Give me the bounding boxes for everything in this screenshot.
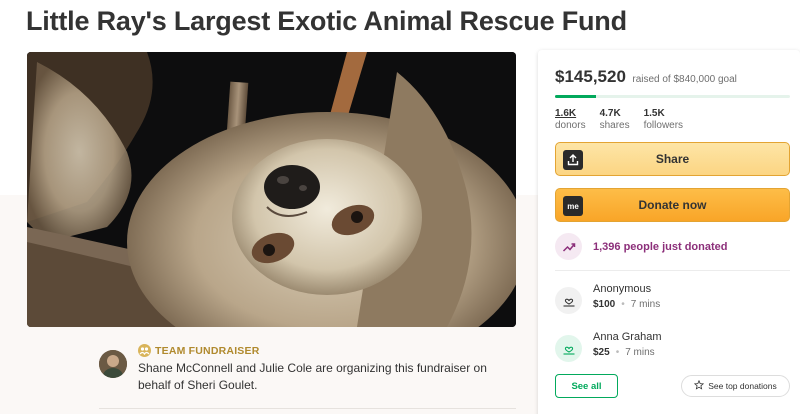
donate-icon-text: me <box>567 201 579 211</box>
hand-heart-icon <box>555 335 582 362</box>
stat-donors-label: donors <box>555 120 586 131</box>
donor-time: 7 mins <box>625 347 655 358</box>
donor-meta: $25 • 7 mins <box>593 347 655 358</box>
trend-text: 1,396 people just donated <box>593 240 728 253</box>
stat-shares-value: 4.7K <box>599 108 621 119</box>
donor-item: Anonymous $100 • 7 mins <box>555 283 660 314</box>
gofundme-me-icon: me <box>563 196 583 216</box>
stat-followers: 1.5K followers <box>644 108 683 131</box>
campaign-hero-image[interactable] <box>27 52 516 327</box>
recent-donations-trend: 1,396 people just donated <box>555 233 727 260</box>
stat-followers-label: followers <box>643 120 684 131</box>
section-divider <box>99 408 516 409</box>
stat-shares: 4.7K shares <box>600 108 630 131</box>
stat-followers-value: 1.5K <box>643 108 665 119</box>
progress-bar <box>555 95 790 98</box>
stats-row: 1.6K donors 4.7K shares 1.5K followers <box>555 108 683 131</box>
share-button-label: Share <box>655 152 690 166</box>
stat-shares-label: shares <box>599 120 630 131</box>
donor-amount: $25 <box>593 347 610 358</box>
donor-name: Anonymous <box>593 283 652 295</box>
organizer-avatar[interactable] <box>99 350 127 378</box>
donor-time: 7 mins <box>630 299 661 310</box>
goal-text: raised of $840,000 goal <box>632 74 737 85</box>
raised-amount: $145,520 <box>555 67 626 86</box>
progress-fill <box>555 95 596 98</box>
page-title: Little Ray's Largest Exotic Animal Rescu… <box>26 6 627 36</box>
star-icon <box>694 379 705 392</box>
donor-meta: $100 • 7 mins <box>593 299 661 310</box>
see-all-button[interactable]: See all <box>555 374 618 398</box>
donor-name: Anna Graham <box>593 331 662 343</box>
stat-donors[interactable]: 1.6K donors <box>555 108 586 131</box>
card-divider <box>555 270 790 271</box>
share-button[interactable]: Share <box>555 142 790 176</box>
organizer-description: Shane McConnell and Julie Cole are organ… <box>138 361 487 392</box>
donate-now-button[interactable]: me Donate now <box>555 188 790 222</box>
donor-amount: $100 <box>593 299 616 310</box>
hand-heart-icon <box>555 287 582 314</box>
stat-donors-value[interactable]: 1.6K <box>555 108 586 119</box>
team-fundraiser-label: TEAM FUNDRAISER <box>155 344 260 357</box>
trending-up-icon <box>555 233 582 260</box>
donate-button-label: Donate now <box>638 198 707 212</box>
see-top-donations-label: See top donations <box>708 381 777 391</box>
sloth-photo <box>27 52 516 327</box>
team-fundraiser-icon <box>138 344 151 357</box>
donor-item: Anna Graham $25 • 7 mins <box>555 331 661 362</box>
see-top-donations-button[interactable]: See top donations <box>681 375 790 397</box>
upload-icon <box>563 150 583 170</box>
team-fundraiser-badge: TEAM FUNDRAISER <box>138 344 260 357</box>
raised-summary: $145,520 raised of $840,000 goal <box>555 67 737 87</box>
